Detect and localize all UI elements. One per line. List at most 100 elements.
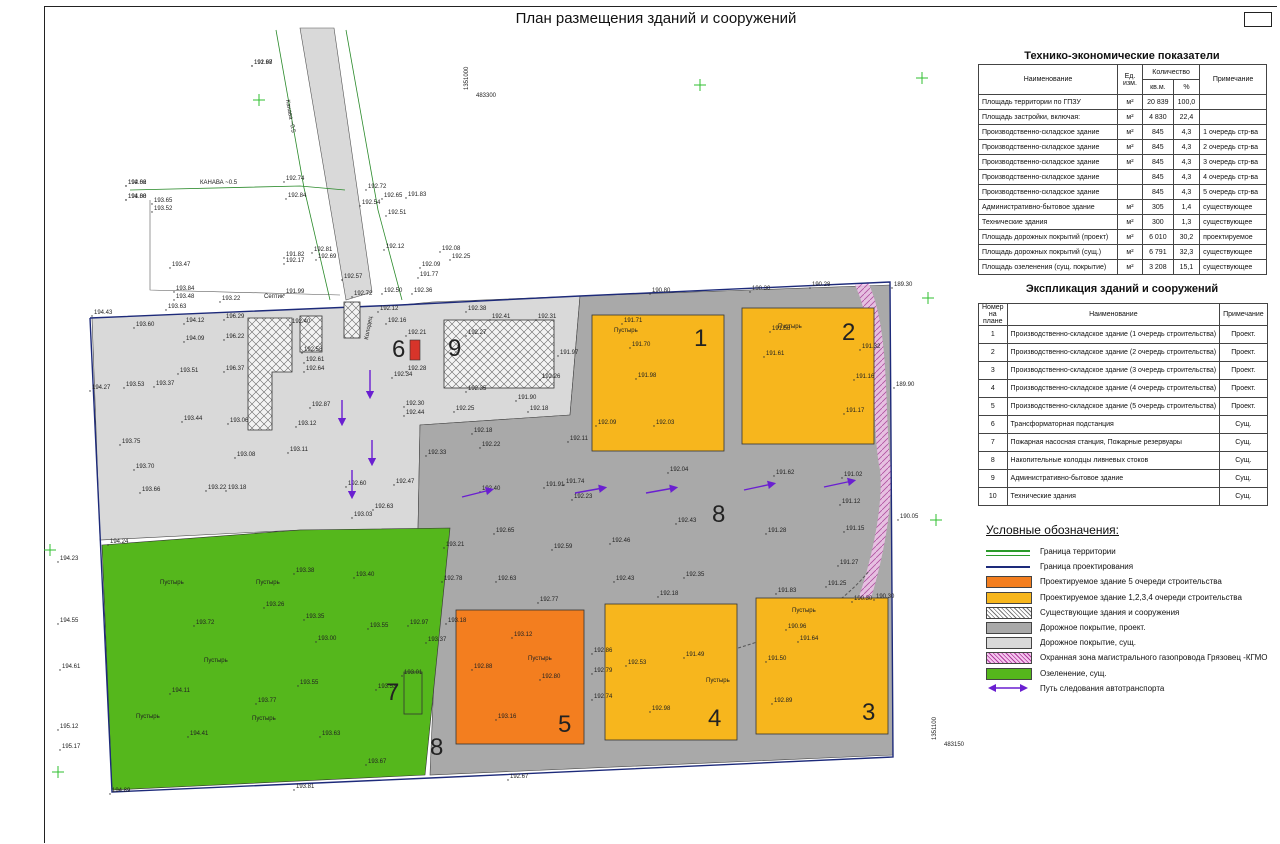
elevation-label: 193.48: [176, 294, 195, 300]
legend-label: Дорожное покрытие, проект.: [1040, 623, 1146, 632]
legend-item: Граница проектирования: [986, 561, 1266, 573]
building-4-label: Пустырь: [706, 678, 730, 684]
elevation-point: [381, 198, 383, 200]
elevation-point: [825, 586, 827, 588]
elevation-point: [297, 685, 299, 687]
elevation-label: 191.90: [518, 395, 537, 401]
elevation-label: 194.43: [94, 310, 113, 316]
elevation-label: 193.21: [446, 542, 465, 548]
tep-table: Наименование Ед. изм. Количество Примеча…: [978, 64, 1267, 275]
elevation-point: [177, 373, 179, 375]
legend-label: Озеленение, сущ.: [1040, 668, 1107, 678]
elevation-point: [407, 625, 409, 627]
elevation-label: 190.30: [854, 596, 873, 602]
elevation-label: 190.96: [788, 624, 807, 630]
elevation-label: 190.30: [752, 286, 771, 292]
elevation-point: [223, 319, 225, 321]
elevation-label: 191.83: [778, 588, 797, 594]
elevation-point: [293, 573, 295, 575]
elevation-label: 191.91: [546, 482, 565, 488]
tep-cell-unit: м²: [1117, 244, 1143, 260]
elevation-point: [289, 324, 291, 326]
elevation-point: [441, 581, 443, 583]
elevation-label: 192.08: [442, 246, 461, 252]
elevation-label: 192.25: [456, 406, 475, 412]
elevation-label: 194.23: [60, 556, 79, 562]
elevation-point: [283, 257, 285, 259]
tep-cell-name: Производственно-складское здание: [978, 154, 1118, 170]
building-number-3: 3: [862, 699, 875, 726]
elevation-point: [563, 484, 565, 486]
expl-cell-note: Сущ.: [1219, 415, 1268, 434]
elevation-point: [109, 793, 111, 795]
elevation-label: 191.88: [128, 194, 147, 200]
elevation-label: 192.23: [574, 494, 593, 500]
tep-cell-note: существующее: [1199, 259, 1267, 275]
elevation-point: [471, 433, 473, 435]
elevation-label: 194.11: [172, 688, 191, 694]
elevation-label: 192.04: [670, 467, 689, 473]
elevation-point: [843, 413, 845, 415]
fence-line: [149, 200, 341, 296]
elevation-label: 193.81: [296, 784, 315, 790]
elevation-label: 191.49: [686, 652, 705, 658]
elevation-label: 191.02: [844, 472, 863, 478]
elevation-point: [365, 189, 367, 191]
legend-title: Условные обозначения:: [986, 523, 1119, 537]
elevation-point: [403, 415, 405, 417]
elevation-label: 195.12: [60, 724, 79, 730]
elevation-label: 192.69: [318, 254, 337, 260]
elevation-point: [351, 517, 353, 519]
tep-cell-pct: 4,3: [1172, 169, 1201, 185]
elevation-point: [773, 475, 775, 477]
elevation-point: [234, 457, 236, 459]
expl-row: 1 Производственно-складское здание (1 оче…: [978, 325, 1268, 344]
elevation-point: [287, 452, 289, 454]
elevation-label: 192.72: [354, 291, 373, 297]
tep-row: Площадь территории по ГПЗУ м² 20 839 100,0: [978, 94, 1267, 110]
expl-header-no: Номер на плане: [978, 303, 1008, 326]
expl-cell-note: Проект.: [1219, 361, 1268, 380]
elevation-label: 192.44: [406, 410, 425, 416]
tep-cell-pct: 4,3: [1172, 184, 1201, 200]
elevation-point: [765, 533, 767, 535]
tep-cell-pct: 1,4: [1172, 199, 1201, 215]
elevation-point: [391, 377, 393, 379]
legend-item: Дорожное покрытие, проект.: [986, 622, 1266, 634]
expl-row: 9 Административно-бытовое здание Сущ.: [978, 469, 1268, 488]
tep-cell-name: Площадь дорожных покрытий (проект): [978, 229, 1118, 245]
green-label-2: Пустырь: [256, 580, 280, 586]
legend-item: Проектируемое здание 5 очереди строитель…: [986, 576, 1266, 589]
tep-cell-pct: 22,4: [1172, 109, 1201, 125]
legend-label: Путь следования автотранспорта: [1040, 683, 1165, 693]
tep-cell-name: Производственно-складское здание: [978, 169, 1118, 185]
tep-cell-unit: м²: [1117, 109, 1143, 125]
elevation-point: [107, 544, 109, 546]
expl-cell-no: 5: [978, 397, 1008, 416]
elevation-point: [57, 623, 59, 625]
tep-row: Производственно-складское здание 845 4,3 4 …: [978, 169, 1267, 185]
elevation-point: [381, 293, 383, 295]
elevation-label: 193.37: [156, 381, 175, 387]
elevation-point: [353, 577, 355, 579]
tep-row: Административно-бытовое здание м² 305 1,4 су…: [978, 199, 1267, 215]
elevation-label: 192.31: [538, 314, 557, 320]
building-number-4: 4: [708, 705, 721, 732]
elevation-label: 193.70: [136, 464, 155, 470]
expl-row: 6 Трансформаторная подстанция Сущ.: [978, 415, 1268, 434]
elevation-label: 192.67: [510, 774, 529, 780]
elevation-point: [609, 543, 611, 545]
elevation-label: 192.43: [678, 518, 697, 524]
elevation-label: 192.89: [774, 698, 793, 704]
legend-swatch: [986, 652, 1032, 665]
elevation-point: [775, 593, 777, 595]
elevation-label: 192.64: [306, 366, 325, 372]
expl-cell-note: Проект.: [1219, 397, 1268, 416]
tep-cell-qty: 6 791: [1142, 244, 1174, 260]
elevation-point: [495, 581, 497, 583]
elevation-label: 192.11: [570, 436, 589, 442]
elevation-point: [133, 469, 135, 471]
elevation-point: [283, 294, 285, 296]
elevation-point: [439, 251, 441, 253]
expl-cell-note: Проект.: [1219, 325, 1268, 344]
